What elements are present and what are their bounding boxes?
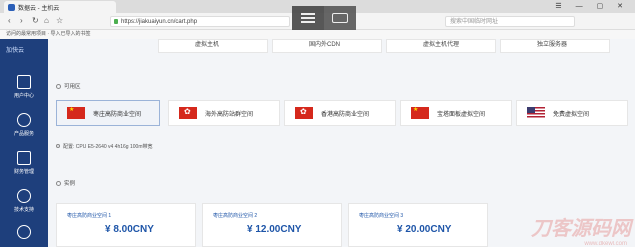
- sidebar-item-label: 产品服务: [13, 131, 34, 137]
- price-value: ¥ 12.00CNY: [247, 224, 302, 235]
- tab-title: 数据云 - 主机云: [18, 5, 60, 12]
- home-icon: [17, 75, 31, 89]
- price-card[interactable]: 枣庄高防商业空间 3 ¥ 20.00CNY: [348, 203, 488, 247]
- wallet-icon: [17, 151, 31, 165]
- sidebar-item-finance[interactable]: 财务管理: [0, 151, 48, 175]
- hongkong-flag-icon: [295, 107, 313, 119]
- sidebar-item-support[interactable]: 技术支持: [0, 189, 48, 213]
- section-icon: [56, 181, 61, 186]
- remote-keyboard-button[interactable]: [324, 6, 356, 30]
- section-title-instance: 实例: [56, 179, 75, 187]
- lock-icon: [114, 19, 118, 24]
- config-note: 配置: CPU E5-2640 v4 4h16g 100m带宽: [56, 143, 153, 150]
- china-flag-icon: [67, 106, 85, 119]
- section-title-region: 可用区: [56, 82, 81, 90]
- sidebar-item-label: 用户中心: [13, 93, 34, 99]
- section-icon: [56, 84, 61, 89]
- window-controls[interactable]: ☰ — ▢ ✕: [555, 2, 629, 10]
- price-value: ¥ 20.00CNY: [397, 224, 452, 235]
- home-nav-icon[interactable]: ⌂: [44, 16, 49, 25]
- region-label: 海外高防站群空间: [205, 111, 254, 118]
- site-favicon-icon: [8, 3, 15, 11]
- forward-icon[interactable]: ›: [20, 16, 23, 25]
- price-title: 枣庄高防商业空间 3: [359, 213, 404, 219]
- bookmark-star-icon[interactable]: ☆: [56, 16, 63, 25]
- sidebar-item-label: 财务管理: [13, 169, 34, 175]
- price-value: ¥ 8.00CNY: [105, 224, 154, 235]
- price-title: 枣庄高防商业空间 1: [67, 213, 112, 219]
- reload-icon[interactable]: ↻: [32, 16, 39, 25]
- hamburger-icon: [301, 13, 315, 23]
- bookmarks-bar[interactable]: 访问的最常用项目 · 导入已导入的书签: [0, 30, 635, 39]
- info-icon: [56, 144, 60, 148]
- region-card[interactable]: 海外高防站群空间: [168, 100, 280, 126]
- price-title: 枣庄高防商业空间 2: [213, 213, 258, 219]
- region-card[interactable]: 宝塔面板虚拟空间: [400, 100, 512, 126]
- site-logo[interactable]: 加快云: [6, 45, 24, 54]
- sidebar-item-products[interactable]: 产品服务: [0, 113, 48, 137]
- sidebar-item-user[interactable]: [0, 225, 48, 242]
- usa-flag-icon: [527, 107, 545, 119]
- browser-tab[interactable]: 数据云 - 主机云: [4, 1, 116, 13]
- product-card[interactable]: 独立服务器: [500, 39, 610, 53]
- product-card[interactable]: 虚拟主机代理: [386, 39, 496, 53]
- price-card[interactable]: 枣庄高防商业空间 2 ¥ 12.00CNY: [202, 203, 342, 247]
- product-card[interactable]: 国内外CDN: [272, 39, 382, 53]
- region-card[interactable]: 免费虚拟空间: [516, 100, 628, 126]
- watermark-url: www.dkewl.com: [584, 241, 627, 247]
- product-card[interactable]: 虚拟主机: [158, 39, 268, 53]
- hongkong-flag-icon: [179, 107, 197, 119]
- remote-menu-button[interactable]: [292, 6, 324, 30]
- china-flag-icon: [411, 106, 429, 119]
- region-label: 免费虚拟空间: [553, 111, 590, 118]
- user-icon: [17, 225, 31, 239]
- region-label: 枣庄高防商业空间: [93, 111, 142, 118]
- keyboard-icon: [332, 13, 348, 23]
- price-card[interactable]: 枣庄高防商业空间 1 ¥ 8.00CNY: [56, 203, 196, 247]
- back-icon[interactable]: ‹: [8, 16, 11, 25]
- sidebar-item-label: 技术支持: [13, 207, 34, 213]
- region-label: 香港高防商业空间: [321, 111, 370, 118]
- url-text: https://jiakuaiyun.cn/cart.php: [121, 19, 198, 25]
- search-input[interactable]: 搜索中国临时网址: [445, 16, 575, 27]
- region-label: 宝塔面板虚拟空间: [437, 111, 486, 118]
- region-card[interactable]: 香港高防商业空间: [284, 100, 396, 126]
- cloud-icon: [17, 113, 31, 127]
- support-icon: [17, 189, 31, 203]
- sidebar: 加快云 用户中心 产品服务 财务管理 技术支持: [0, 39, 48, 247]
- address-bar[interactable]: https://jiakuaiyun.cn/cart.php: [110, 16, 290, 27]
- region-card[interactable]: 枣庄高防商业空间: [56, 100, 160, 126]
- watermark-logo: 刀客源码网: [531, 218, 631, 240]
- sidebar-item-user-center[interactable]: 用户中心: [0, 75, 48, 99]
